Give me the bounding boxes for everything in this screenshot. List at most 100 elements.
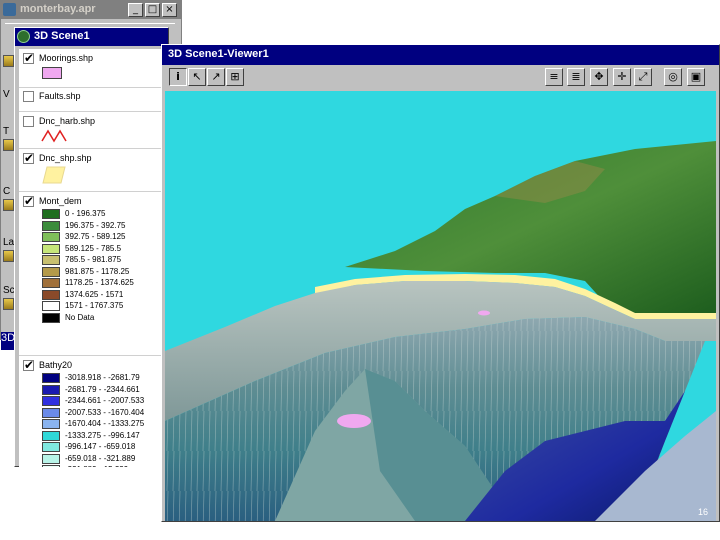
legend-color-swatch (42, 465, 60, 467)
legend-class-row: 1178.25 - 1374.625 (19, 278, 164, 289)
viewer-window-titlebar[interactable]: 3D Scene1-Viewer1 (162, 45, 719, 65)
legend-class-row: -3018.918 - -2681.79 (19, 373, 164, 384)
legend-color-swatch (42, 419, 60, 429)
save-button[interactable]: ▣ (687, 68, 705, 86)
scene-window-titlebar[interactable]: 3D Scene1 (15, 28, 168, 46)
arcview-app-icon (3, 3, 16, 16)
theme-properties-button[interactable]: ≣ (567, 68, 585, 86)
theme-divider (19, 87, 164, 88)
legend-color-swatch (42, 301, 60, 311)
legend-color-swatch (42, 220, 60, 231)
add-theme-button[interactable]: ≡ (545, 68, 563, 86)
legend-class-label: 196.375 - 392.75 (65, 220, 126, 230)
legend-class-row: 0 - 196.375 (19, 209, 164, 220)
views-icon (3, 55, 14, 67)
legend-class-label: 1571 - 1767.375 (65, 301, 124, 310)
legend-color-swatch (42, 442, 60, 452)
legend-class-label: 0 - 196.375 (65, 209, 106, 218)
layouts-icon (3, 250, 14, 262)
legend-color-swatch (42, 384, 60, 395)
legend-class-label: -996.147 - -659.018 (65, 442, 136, 451)
legend-color-swatch (42, 430, 60, 441)
scene-app-icon (17, 30, 30, 43)
theme-divider (19, 148, 164, 149)
theme-visibility-checkbox[interactable]: ✔ (23, 359, 34, 371)
theme-dnc-harb[interactable]: Dnc_harb.shp (19, 115, 164, 149)
legend-class-row: 1374.625 - 1571 (19, 289, 164, 301)
legend-class-row: 196.375 - 392.75 (19, 220, 164, 232)
legend-color-swatch (42, 232, 60, 242)
legend-class-row: -1333.275 - -996.147 (19, 430, 164, 442)
page-number: 16 (697, 507, 708, 517)
legend-class-label: 589.125 - 785.5 (65, 243, 122, 253)
legend-color-swatch (42, 266, 60, 277)
legend-polygon-symbol (42, 166, 66, 184)
legend-class-row: 1571 - 1767.375 (19, 301, 164, 312)
viewer-toolbar: i ↖ ↗ ⊞ ≡ ≣ ✥ ✛ ⤢ ◎ ▣ (162, 67, 719, 91)
theme-divider (19, 111, 164, 112)
table-of-contents[interactable]: ✔ Moorings.shp Faults.shp Dnc_harb.shp ✔… (19, 49, 164, 467)
close-button[interactable]: × (162, 3, 177, 17)
theme-name: Bathy20 (39, 360, 73, 370)
scripts-icon (3, 298, 14, 310)
legend-class-row: -1670.404 - -1333.275 (19, 419, 164, 430)
terrain-rendering (165, 141, 716, 521)
legend-class-label: -2681.79 - -2344.661 (65, 384, 140, 394)
theme-dnc-shp[interactable]: ✔ Dnc_shp.shp (19, 152, 164, 192)
zoom-in-button[interactable]: ✛ (613, 68, 631, 86)
3d-scene-viewport[interactable]: 16 (165, 91, 716, 521)
theme-name: Faults.shp (39, 91, 81, 101)
maximize-button[interactable]: □ (145, 3, 160, 17)
legend-class-label: -1333.275 - -996.147 (65, 430, 140, 440)
charts-icon (3, 199, 14, 211)
theme-visibility-checkbox[interactable] (23, 91, 34, 102)
legend-class-row: -2344.661 - -2007.533 (19, 396, 164, 407)
legend-color-swatch (42, 289, 60, 300)
navigate-button[interactable]: ✥ (590, 68, 608, 86)
legend-class-row: 589.125 - 785.5 (19, 243, 164, 255)
selected-doc-item[interactable]: 3D (1, 332, 15, 350)
zoom-to-tool[interactable]: ⊞ (226, 68, 244, 86)
legend-class-row: 785.5 - 981.875 (19, 255, 164, 266)
legend-class-label: 785.5 - 981.875 (65, 255, 122, 264)
theme-faults[interactable]: Faults.shp (19, 90, 164, 112)
theme-divider (19, 191, 164, 192)
theme-visibility-checkbox[interactable]: ✔ (23, 152, 34, 164)
legend-color-swatch (42, 373, 60, 383)
mooring-marker-2 (478, 310, 490, 316)
legend-class-row: -659.018 - -321.889 (19, 453, 164, 465)
mooring-marker-1 (337, 414, 371, 428)
theme-visibility-checkbox[interactable] (23, 116, 34, 127)
legend-class-label: 1178.25 - 1374.625 (65, 278, 134, 287)
theme-bathy20[interactable]: ✔ Bathy20 -3018.918 - -2681.79 -2681.79 -… (19, 359, 164, 467)
legend-class-label: -2344.661 - -2007.533 (65, 396, 145, 405)
theme-name: Dnc_harb.shp (39, 116, 96, 126)
project-window-titlebar[interactable]: monterbay.apr _ □ × (1, 1, 181, 19)
legend-class-label: No Data (65, 312, 95, 322)
rotate-button[interactable]: ◎ (664, 68, 682, 86)
viewer-window-title: 3D Scene1-Viewer1 (168, 48, 269, 60)
scene-window-title: 3D Scene1 (34, 30, 90, 42)
legend-color-swatch (42, 396, 60, 406)
select-tool[interactable]: ↗ (207, 68, 225, 86)
identify-tool[interactable]: i (169, 68, 187, 86)
theme-name: Dnc_shp.shp (39, 153, 92, 163)
pointer-tool[interactable]: ↖ (188, 68, 206, 86)
legend-class-label: 392.75 - 589.125 (65, 232, 126, 241)
legend-class-row: -2681.79 - -2344.661 (19, 384, 164, 396)
legend-polygon-swatch (42, 67, 62, 79)
theme-mont-dem[interactable]: ✔ Mont_dem 0 - 196.375 196.375 - 392.75 39… (19, 195, 164, 356)
legend-class-label: -1670.404 - -1333.275 (65, 419, 145, 428)
theme-visibility-checkbox[interactable]: ✔ (23, 52, 34, 64)
legend-class-row: -996.147 - -659.018 (19, 442, 164, 453)
legend-class-label: -659.018 - -321.889 (65, 453, 136, 463)
legend-color-swatch (42, 407, 60, 418)
minimize-button[interactable]: _ (128, 3, 143, 17)
theme-moorings[interactable]: ✔ Moorings.shp (19, 52, 164, 88)
theme-visibility-checkbox[interactable]: ✔ (23, 195, 34, 207)
project-window-title: monterbay.apr (20, 3, 96, 15)
legend-color-swatch (42, 243, 60, 254)
viewer-window: 3D Scene1-Viewer1 i ↖ ↗ ⊞ ≡ ≣ ✥ ✛ ⤢ ◎ ▣ (161, 44, 720, 522)
zoom-full-button[interactable]: ⤢ (634, 68, 652, 86)
legend-class-label: -3018.918 - -2681.79 (65, 373, 140, 382)
